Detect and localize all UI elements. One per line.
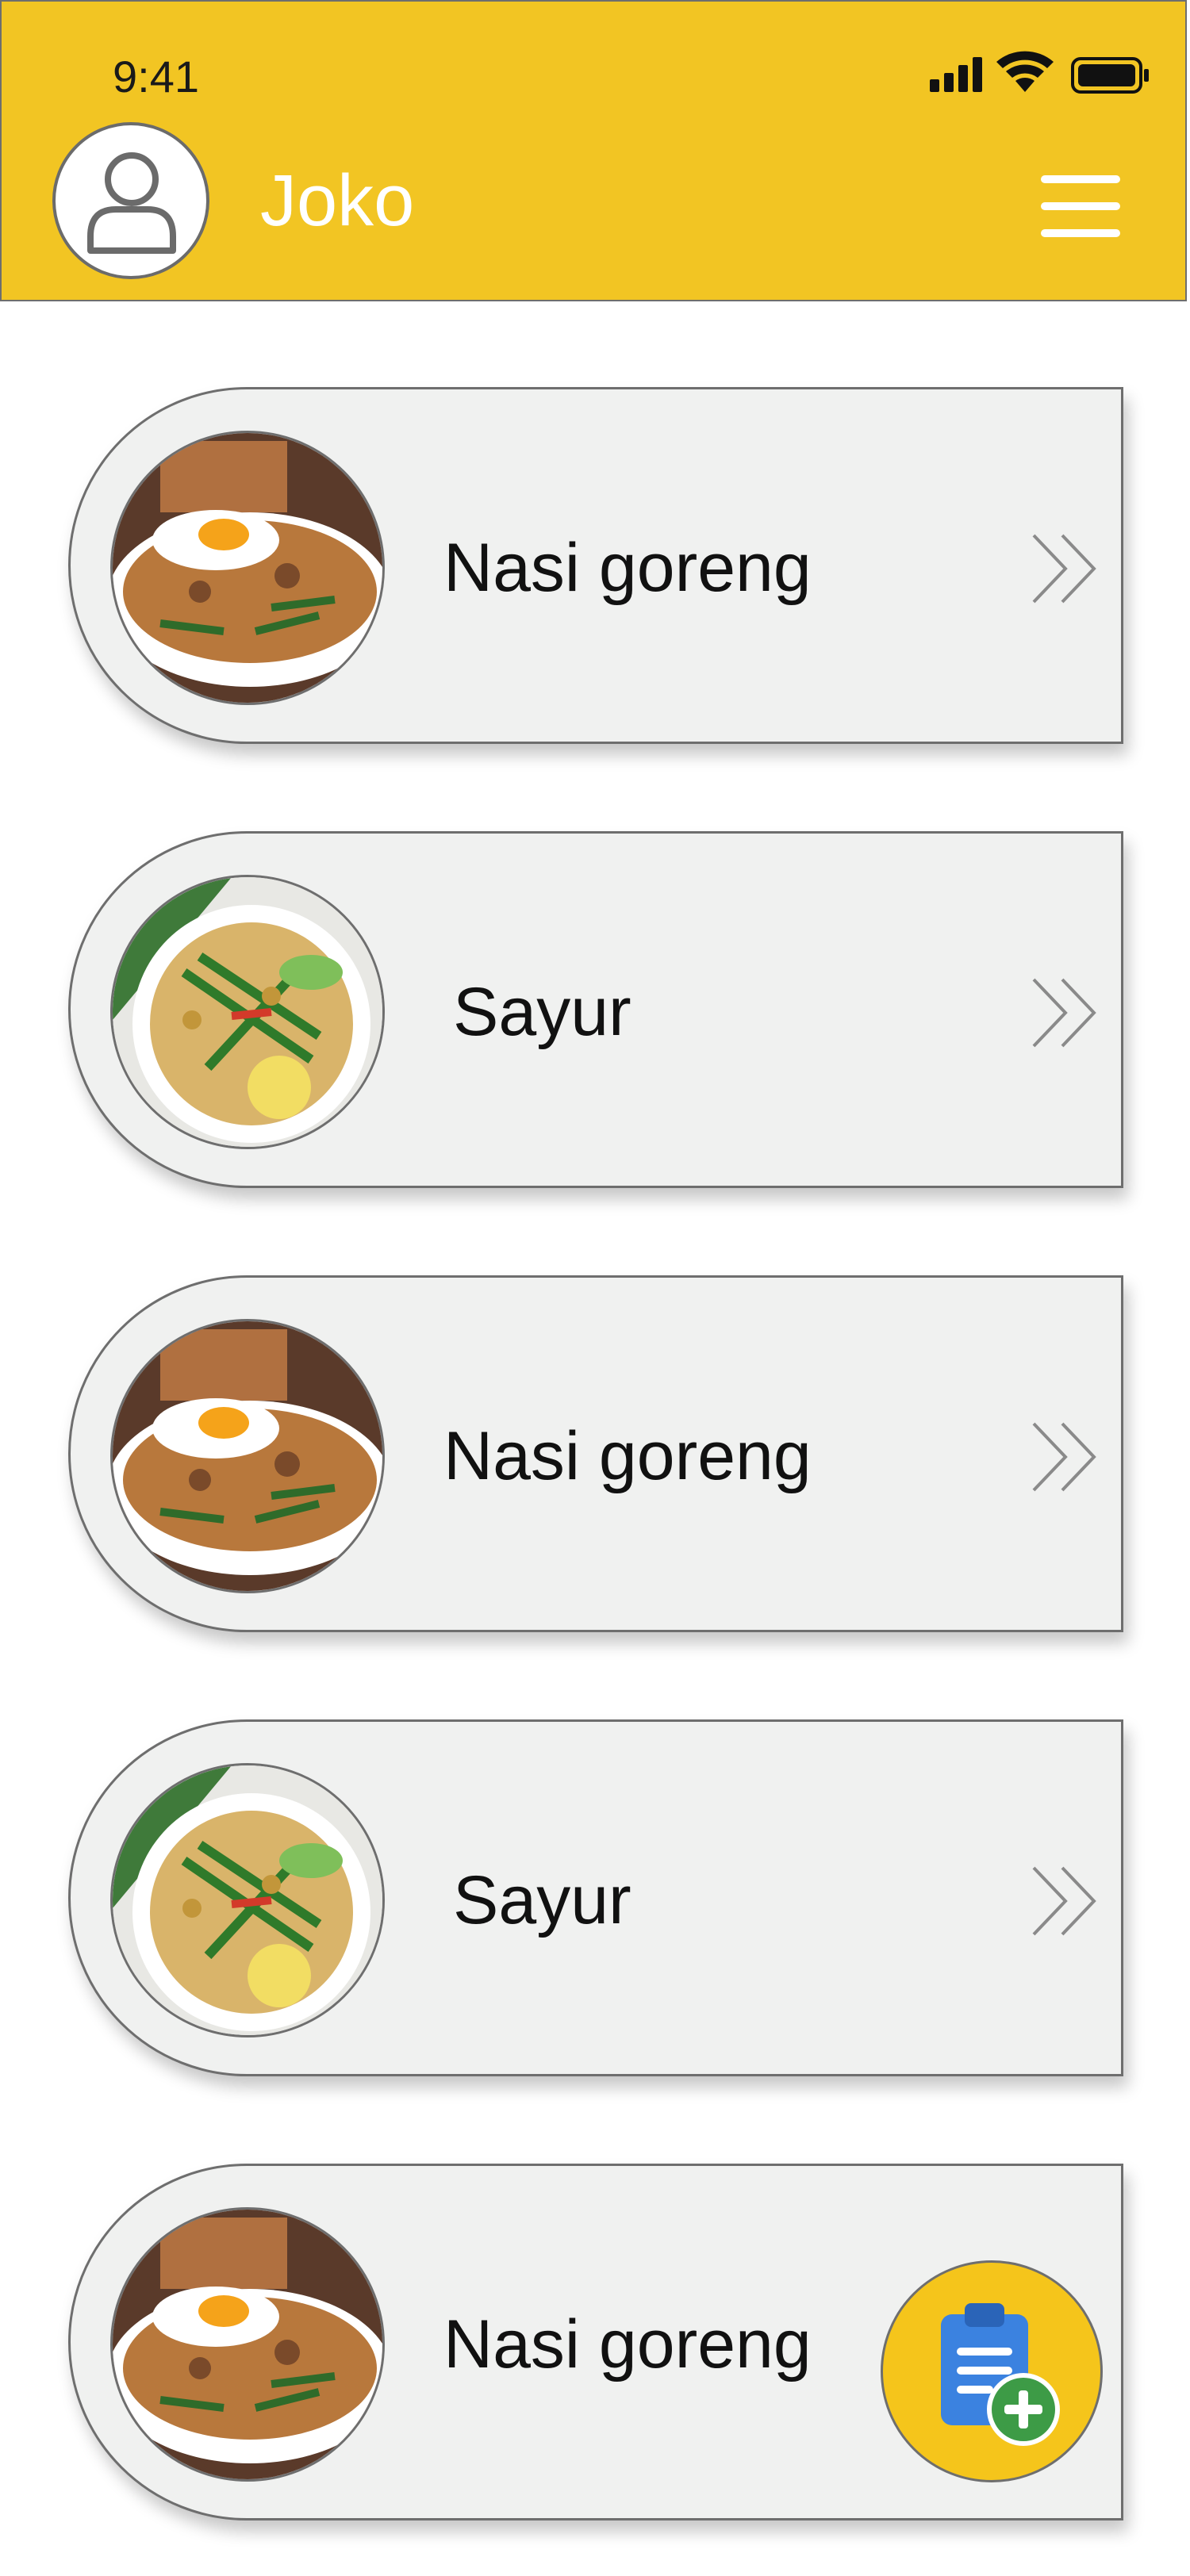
clipboard-add-icon — [941, 2303, 1060, 2446]
hamburger-menu-icon[interactable] — [1041, 172, 1128, 239]
double-chevron-right-icon[interactable] — [1031, 976, 1102, 1049]
wifi-icon — [996, 51, 1054, 92]
food-card-nasi-goreng-2[interactable]: Nasi goreng — [68, 1275, 1123, 1632]
app-header: 9:41 Joko — [0, 0, 1187, 301]
username: Joko — [260, 160, 415, 241]
user-outline-icon — [87, 152, 176, 254]
status-icons — [930, 49, 1152, 97]
nasi-goreng-image — [110, 431, 385, 705]
status-time: 9:41 — [113, 52, 199, 102]
food-card-sayur-2[interactable]: Sayur — [68, 1719, 1123, 2076]
double-chevron-right-icon[interactable] — [1031, 1865, 1102, 1938]
card-title: Nasi goreng — [443, 530, 812, 606]
card-title: Nasi goreng — [443, 2306, 812, 2382]
double-chevron-right-icon[interactable] — [1031, 1420, 1102, 1493]
battery-icon — [1071, 57, 1149, 94]
signal-icon — [930, 57, 982, 92]
card-title: Nasi goreng — [443, 1418, 812, 1494]
card-title: Sayur — [453, 1862, 631, 1938]
add-recipe-button[interactable] — [881, 2260, 1103, 2482]
nasi-goreng-image — [110, 2207, 385, 2482]
food-card-sayur-1[interactable]: Sayur — [68, 831, 1123, 1188]
card-title: Sayur — [453, 974, 631, 1050]
sayur-image — [110, 1763, 385, 2037]
food-card-nasi-goreng-1[interactable]: Nasi goreng — [68, 387, 1123, 744]
avatar[interactable] — [52, 122, 209, 279]
sayur-image — [110, 875, 385, 1149]
nasi-goreng-image — [110, 1319, 385, 1593]
double-chevron-right-icon[interactable] — [1031, 532, 1102, 605]
